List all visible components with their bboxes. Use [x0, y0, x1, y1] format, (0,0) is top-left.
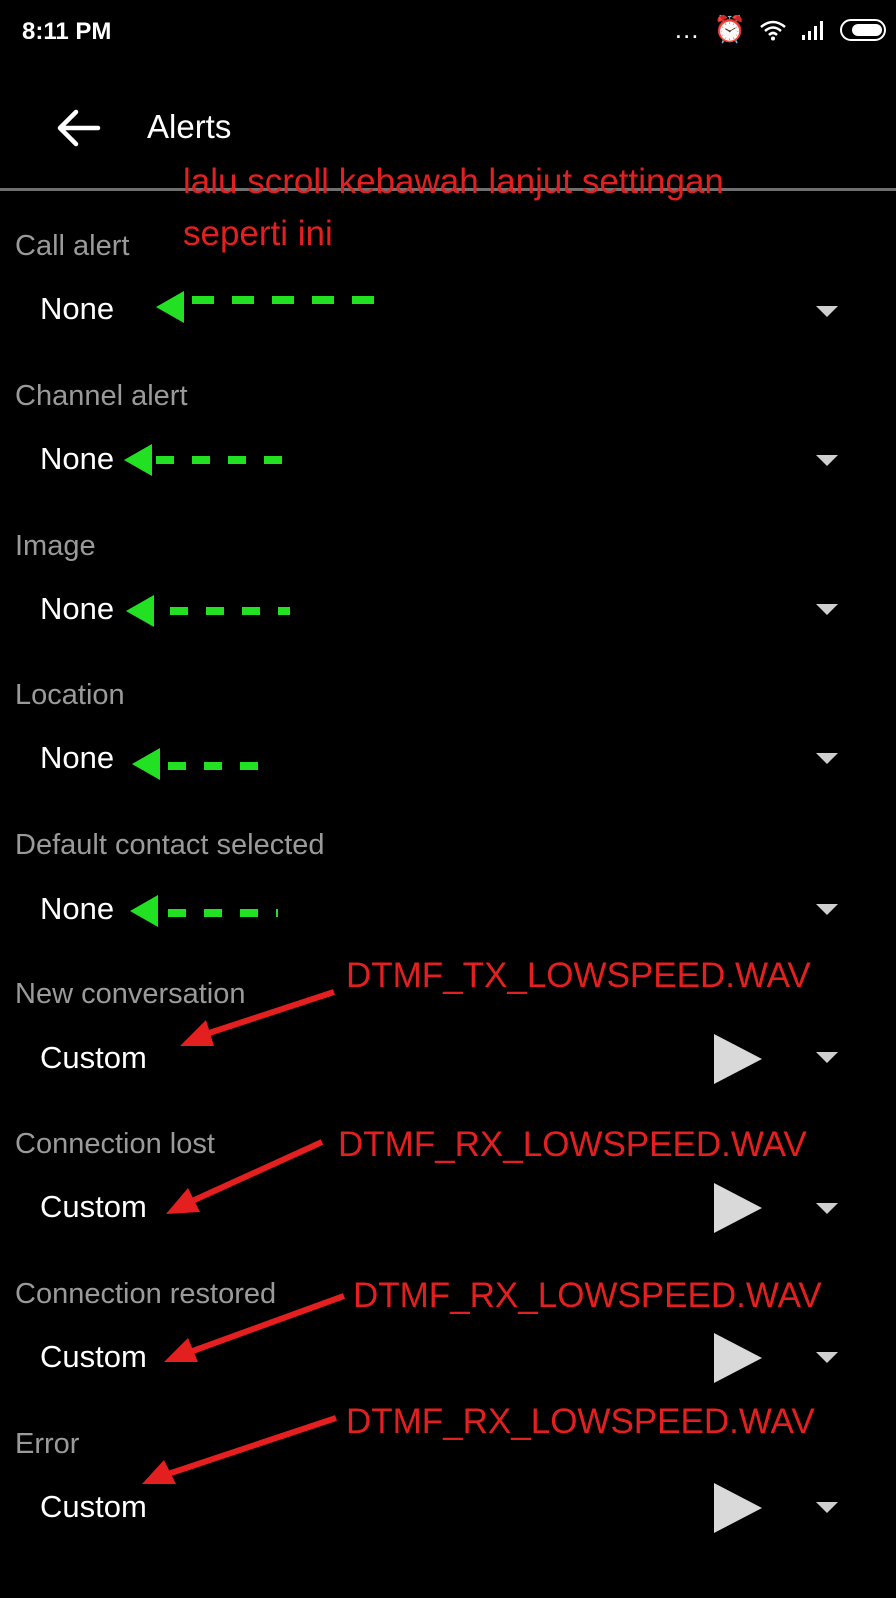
chevron-down-icon[interactable] [816, 455, 838, 466]
page-title: Alerts [147, 108, 232, 145]
annotation-intro-line1: lalu scroll kebawah lanjut settingan [183, 162, 724, 201]
red-arrow-error [142, 1415, 337, 1484]
row-label: Call alert [15, 230, 130, 262]
annotation-intro-line2: seperti ini [183, 214, 333, 253]
row-label: Connection lost [15, 1128, 215, 1160]
row-value: Custom [40, 1339, 147, 1374]
row-value: Custom [40, 1189, 147, 1224]
row-label: Error [15, 1428, 80, 1460]
green-arrow-location [132, 748, 266, 780]
row-label: New conversation [15, 978, 246, 1010]
row-value: None [40, 740, 115, 775]
annotation-new-conversation-file: DTMF_TX_LOWSPEED.WAV [346, 956, 811, 995]
play-icon[interactable] [714, 1183, 762, 1233]
green-arrow-default-contact [130, 895, 278, 927]
chevron-down-icon[interactable] [816, 1203, 838, 1214]
row-value: Custom [40, 1040, 147, 1075]
battery-icon [840, 18, 886, 41]
status-icons: … ⏰ [674, 14, 886, 45]
annotation-connection-lost-file: DTMF_RX_LOWSPEED.WAV [338, 1125, 807, 1164]
back-arrow-icon[interactable] [54, 104, 102, 152]
row-value: None [40, 591, 115, 626]
row-value: None [40, 441, 115, 476]
row-value: None [40, 291, 115, 326]
row-value: None [40, 891, 115, 926]
chevron-down-icon[interactable] [816, 604, 838, 615]
row-label: Image [15, 530, 96, 562]
play-icon[interactable] [714, 1034, 762, 1084]
row-label: Location [15, 679, 125, 711]
annotation-error-file: DTMF_RX_LOWSPEED.WAV [346, 1402, 815, 1441]
row-label: Default contact selected [15, 829, 325, 861]
signal-icon [802, 20, 823, 40]
chevron-down-icon[interactable] [816, 753, 838, 764]
chevron-down-icon[interactable] [816, 1052, 838, 1063]
annotation-connection-restored-file: DTMF_RX_LOWSPEED.WAV [353, 1276, 822, 1315]
chevron-down-icon[interactable] [816, 1352, 838, 1363]
row-label: Connection restored [15, 1278, 277, 1310]
chevron-down-icon[interactable] [816, 1502, 838, 1513]
row-label: Channel alert [15, 380, 188, 412]
play-icon[interactable] [714, 1483, 762, 1533]
play-icon[interactable] [714, 1333, 762, 1383]
alarm-icon: ⏰ [713, 14, 746, 44]
green-arrow-call-alert [156, 291, 376, 323]
chevron-down-icon[interactable] [816, 904, 838, 915]
wifi-icon [760, 20, 786, 40]
status-time: 8:11 PM [22, 18, 112, 45]
row-value: Custom [40, 1489, 147, 1524]
green-arrow-channel-alert [124, 444, 300, 476]
green-arrow-image [126, 595, 290, 627]
chevron-down-icon[interactable] [816, 306, 838, 317]
more-icon: … [673, 14, 700, 44]
